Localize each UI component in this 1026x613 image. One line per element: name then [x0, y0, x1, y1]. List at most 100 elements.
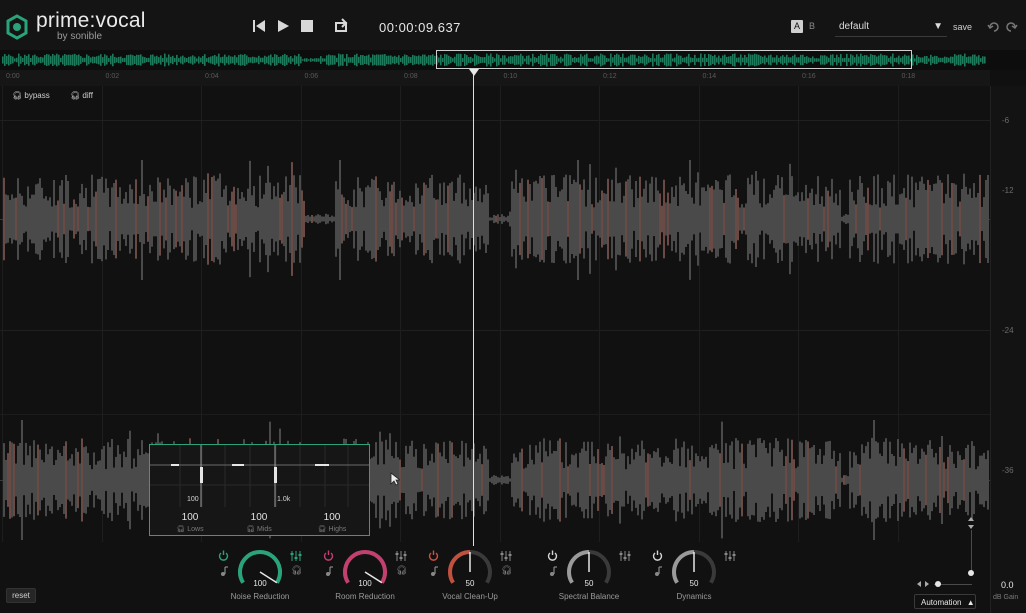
stop-icon[interactable]: [298, 17, 316, 35]
preset-name: default: [839, 21, 870, 32]
reset-button[interactable]: reset: [6, 588, 36, 603]
music-note-icon[interactable]: [323, 565, 335, 577]
automation-button[interactable]: Automation ▲: [914, 594, 976, 609]
headphones-icon[interactable]: 🎧︎: [291, 565, 302, 576]
brand-name: prime:vocal: [36, 9, 146, 32]
play-icon[interactable]: [274, 17, 292, 35]
module-name: Vocal Clean-Up: [442, 592, 498, 601]
gain-slider-handle[interactable]: [968, 570, 974, 576]
power-icon[interactable]: [323, 550, 334, 561]
overview-bar: [232, 56, 234, 64]
overview-bar: [180, 56, 182, 64]
headphones-icon[interactable]: 🎧︎: [501, 565, 512, 576]
overview-bar: [936, 56, 938, 64]
overview-bar: [416, 56, 418, 64]
overview-bar: [138, 54, 140, 66]
overview-bar: [244, 54, 246, 66]
eq-panel[interactable]: 100 1.0k 100 🎧︎ Lows 100 🎧︎ Mids 100 🎧︎ …: [149, 444, 370, 536]
headphones-icon[interactable]: 🎧︎: [246, 526, 255, 533]
overview-bar: [102, 57, 104, 63]
overview-bar: [424, 54, 426, 66]
power-icon[interactable]: [652, 550, 663, 561]
sliders-icon[interactable]: [724, 550, 736, 562]
power-icon[interactable]: [547, 550, 558, 561]
diff-label: diff: [82, 91, 93, 100]
power-icon[interactable]: [428, 550, 439, 561]
music-note-icon[interactable]: [652, 565, 664, 577]
overview-bar: [942, 57, 944, 63]
overview-bar: [940, 57, 942, 63]
time-ruler[interactable]: [0, 70, 990, 87]
undo-icon[interactable]: [987, 20, 1001, 34]
overview-bar: [174, 57, 176, 63]
overview-bar: [418, 55, 420, 65]
save-button[interactable]: save: [953, 22, 972, 32]
overview-bar: [284, 53, 286, 67]
ruler-tick-label: 0:14: [702, 73, 717, 80]
skip-to-start-icon[interactable]: [250, 17, 268, 35]
overview-bar: [248, 57, 250, 63]
overview-bar: [184, 57, 186, 63]
playhead[interactable]: [473, 70, 474, 546]
overview-bar: [4, 54, 6, 66]
overview-bar: [914, 58, 916, 62]
eq-graph[interactable]: [150, 445, 369, 507]
preset-dropdown[interactable]: default ▼: [835, 18, 947, 37]
overview-bar: [272, 57, 274, 63]
overview-bar: [354, 54, 356, 66]
loop-icon[interactable]: [332, 17, 350, 35]
sliders-icon[interactable]: [619, 550, 631, 562]
overview-bar: [366, 55, 368, 65]
overview-bar: [266, 56, 268, 64]
overview-bar: [122, 58, 124, 62]
sliders-icon[interactable]: [500, 550, 512, 562]
sliders-icon[interactable]: [395, 550, 407, 562]
overview-bar: [982, 56, 984, 64]
headphones-icon[interactable]: 🎧︎: [396, 565, 407, 576]
overview-bar: [926, 56, 928, 64]
ab-b-button[interactable]: B: [809, 21, 815, 31]
overview-bar: [950, 56, 952, 64]
waveform-channel-left: [3, 160, 989, 280]
headphones-icon[interactable]: 🎧︎: [176, 526, 185, 533]
db-label: -24: [1002, 326, 1014, 335]
overview-bar: [20, 56, 22, 64]
overview-bar: [430, 55, 432, 65]
overview-bar: [314, 58, 316, 62]
db-label: -36: [1002, 466, 1014, 475]
stereo-width-slider-handle[interactable]: [935, 581, 941, 587]
overview-bar: [380, 54, 382, 66]
overview-bar: [292, 58, 294, 62]
overview-selection[interactable]: [436, 50, 912, 69]
redo-icon[interactable]: [1004, 20, 1018, 34]
ab-a-button[interactable]: A: [791, 20, 803, 33]
overview-bar: [190, 56, 192, 64]
overview-bar: [390, 55, 392, 65]
eq-band-value-mids[interactable]: 100: [239, 512, 279, 523]
music-note-icon[interactable]: [547, 565, 559, 577]
overview-bar: [194, 56, 196, 64]
eq-band-value-highs[interactable]: 100: [312, 512, 352, 523]
eq-band-value-lows[interactable]: 100: [170, 512, 210, 523]
headphones-icon[interactable]: 🎧︎: [318, 526, 327, 533]
overview-bar: [330, 55, 332, 65]
overview-bar: [134, 56, 136, 64]
music-note-icon[interactable]: [218, 565, 230, 577]
overview-bar: [342, 54, 344, 66]
diff-button[interactable]: 🎧︎ diff: [70, 91, 93, 100]
overview-bar: [932, 56, 934, 64]
db-label: -6: [1002, 116, 1010, 125]
overview-bar: [132, 55, 134, 65]
overview-bar: [28, 54, 30, 66]
power-icon[interactable]: [218, 550, 229, 561]
gain-slider-track[interactable]: [971, 530, 972, 573]
module-name: Noise Reduction: [230, 592, 290, 601]
overview-bar: [128, 54, 130, 66]
playhead-marker-icon[interactable]: [469, 69, 479, 76]
overview-bar: [58, 54, 60, 66]
sliders-icon[interactable]: [290, 550, 302, 562]
bypass-button[interactable]: 🎧︎ bypass: [12, 91, 50, 100]
overview-bar: [100, 54, 102, 66]
overview-bar: [968, 56, 970, 64]
music-note-icon[interactable]: [428, 565, 440, 577]
